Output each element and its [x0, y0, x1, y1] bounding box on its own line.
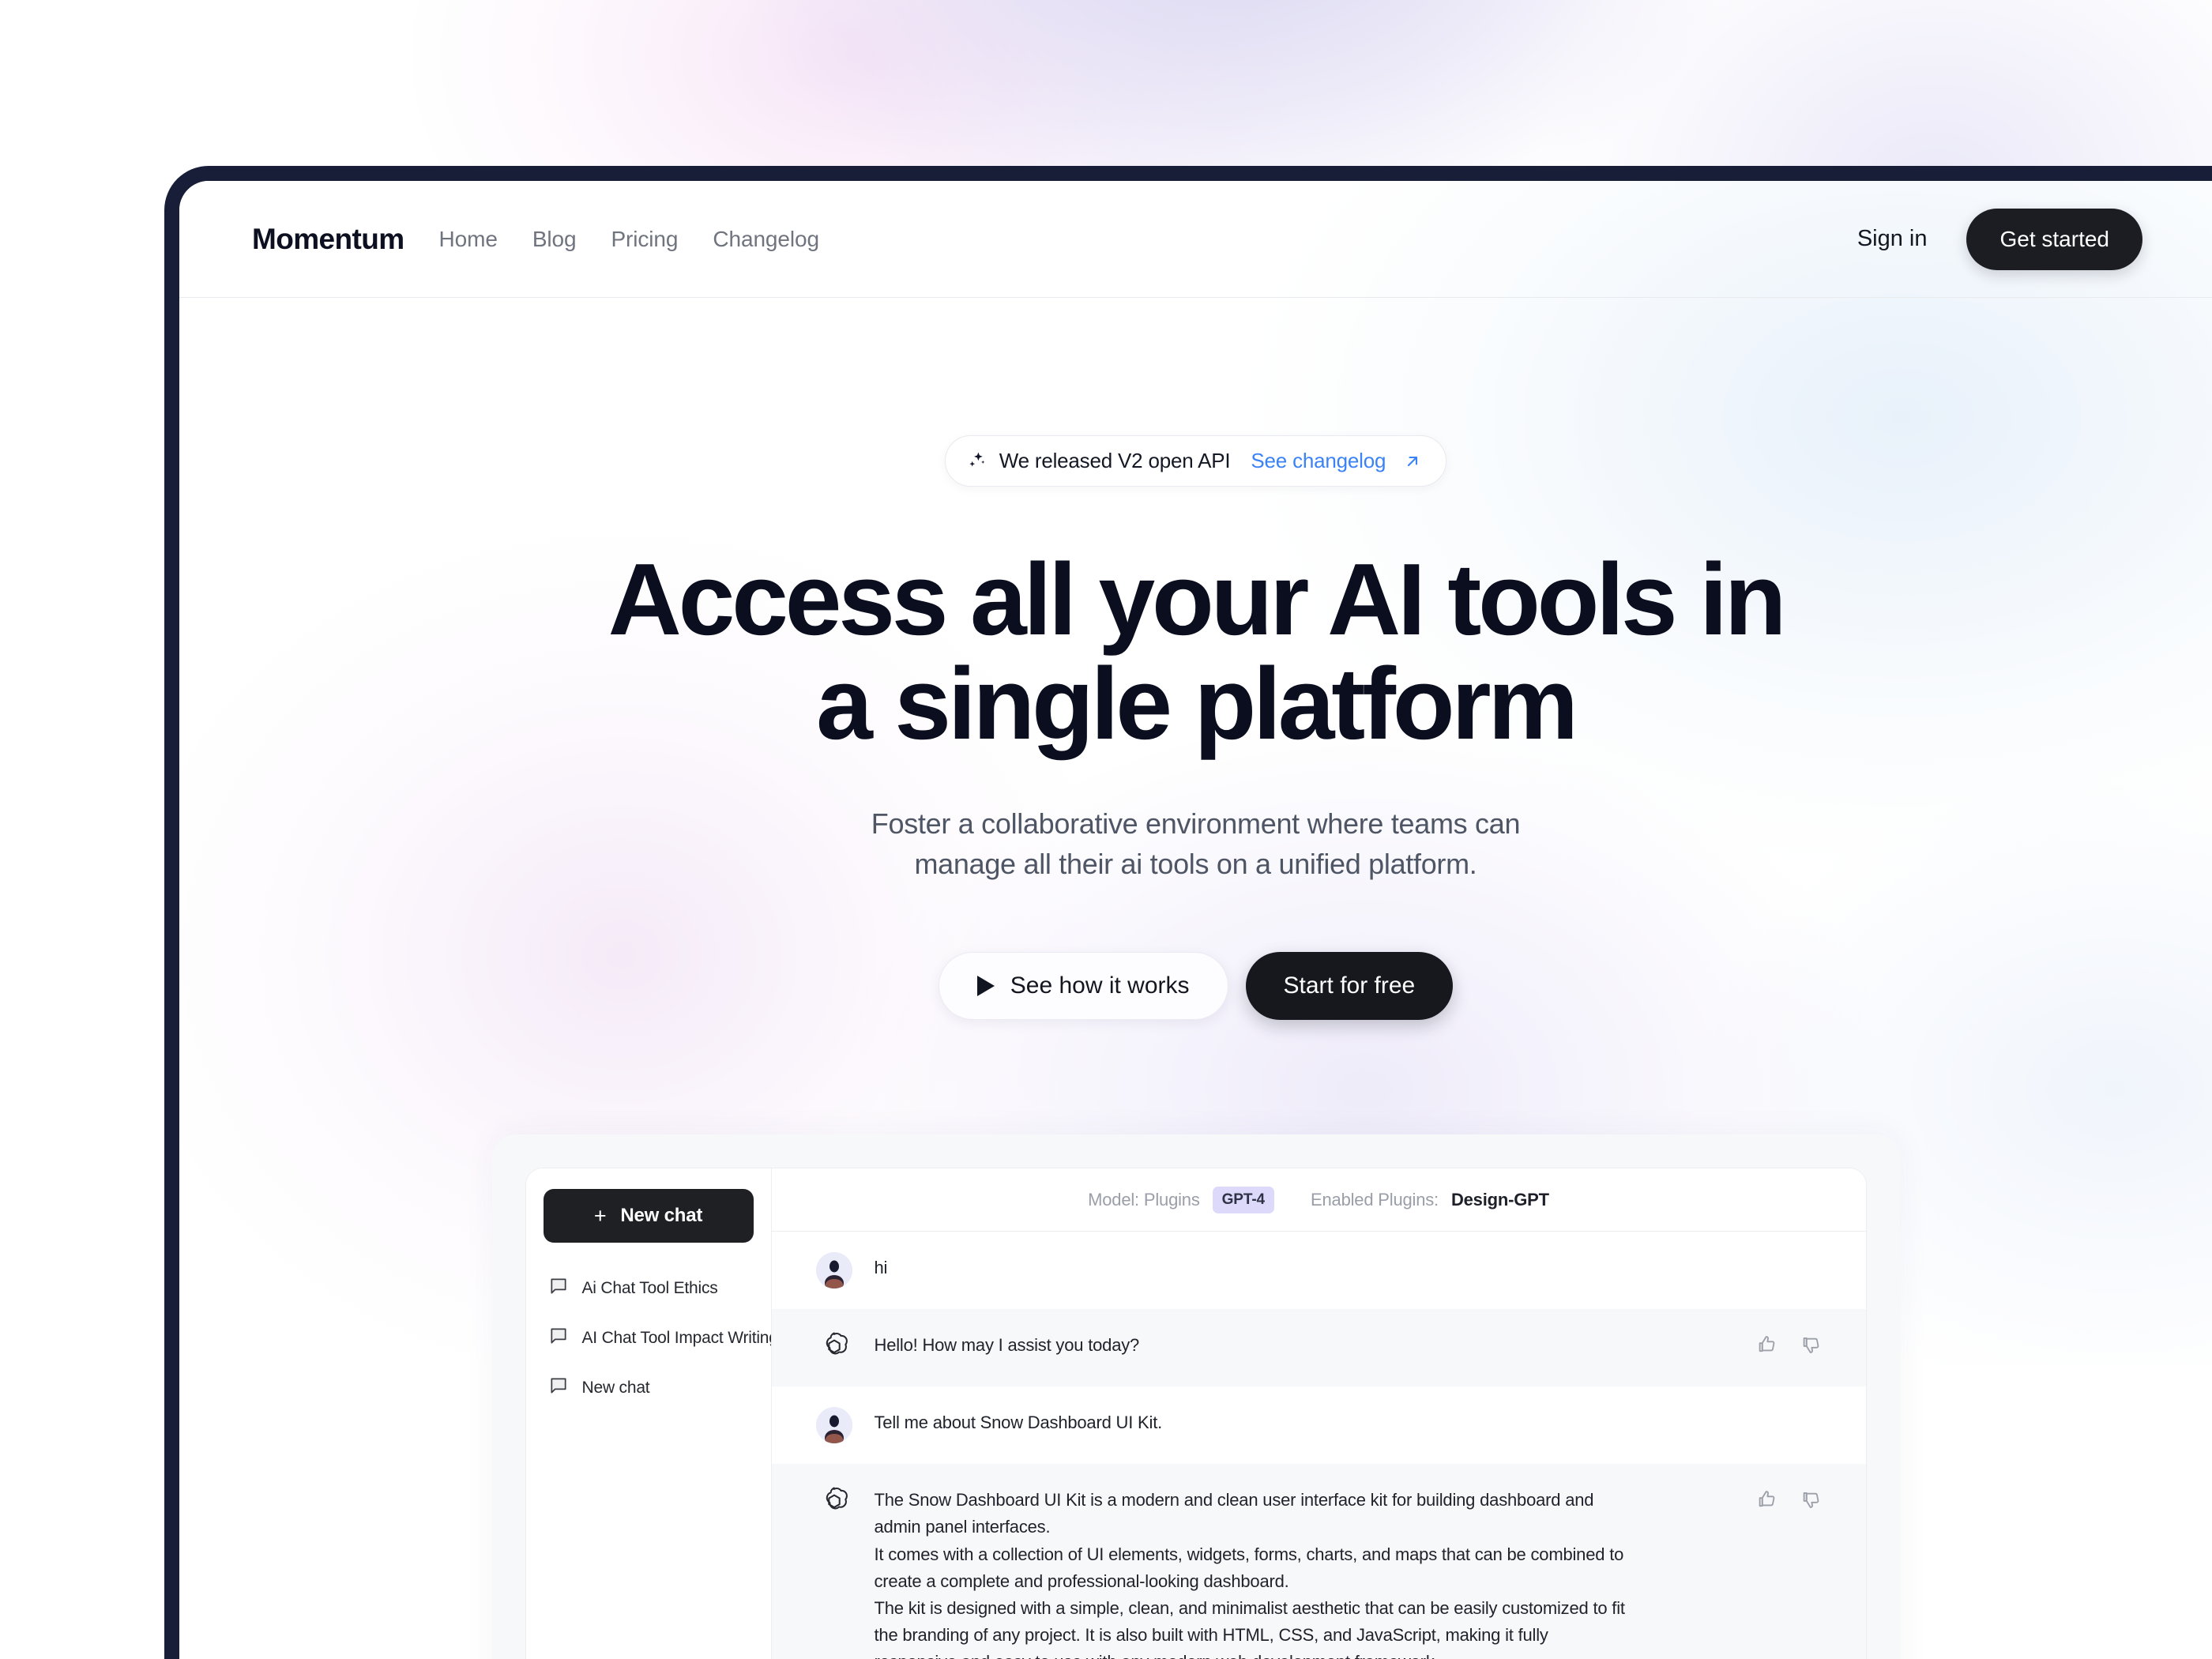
sign-in-link[interactable]: Sign in [1857, 226, 1928, 252]
product-screenshot-frame: + New chat Ai Chat Tool Ethics AI Chat T… [491, 1134, 1900, 1659]
hero-subtitle-line-2: manage all their ai tools on a unified p… [914, 848, 1477, 881]
conversation-label: Ai Chat Tool Ethics [581, 1278, 718, 1297]
primary-nav: Home Blog Pricing Changelog [439, 227, 820, 252]
chat-sidebar: + New chat Ai Chat Tool Ethics AI Chat T… [525, 1168, 778, 1659]
chat-main-panel: Model: Plugins GPT-4 Enabled Plugins: De… [770, 1168, 1866, 1659]
thumbs-up-icon[interactable] [1755, 1333, 1779, 1356]
hero-title-line-1: Access all your AI tools in [608, 543, 1787, 656]
thumbs-up-icon[interactable] [1755, 1488, 1779, 1511]
start-for-free-button[interactable]: Start for free [1245, 952, 1454, 1021]
thumbs-down-icon[interactable] [1800, 1488, 1823, 1511]
hero-cta-group: See how it works Start for free [179, 952, 2212, 1021]
message-list: hi Hello! How may I assist you today? Te… [771, 1232, 1866, 1659]
plus-icon: + [593, 1203, 607, 1228]
chat-bubble-icon [548, 1326, 569, 1350]
message-text: The Snow Dashboard UI Kit is a modern an… [874, 1490, 1626, 1659]
hero-subtitle-line-1: Foster a collaborative environment where… [871, 807, 1521, 841]
hero-title-line-2: a single platform [816, 646, 1578, 761]
message-body: Hello! How may I assist you today? [875, 1330, 1724, 1359]
conversation-label: AI Chat Tool Impact Writing [581, 1328, 778, 1347]
user-avatar [815, 1252, 852, 1289]
brand-logo[interactable]: Momentum [252, 223, 404, 256]
message-actions [1755, 1330, 1823, 1356]
user-avatar [815, 1407, 852, 1444]
conversation-item-ai-chat-tool-ethics[interactable]: Ai Chat Tool Ethics [544, 1263, 754, 1313]
header-actions: Sign in Get started [1857, 208, 2142, 270]
new-chat-label: New chat [620, 1205, 703, 1227]
chat-bubble-icon [548, 1276, 569, 1300]
message-row: hi [772, 1232, 1866, 1309]
nav-link-blog[interactable]: Blog [532, 227, 577, 252]
chat-bubble-icon [548, 1375, 569, 1400]
see-how-it-works-label: See how it works [1010, 972, 1190, 999]
see-changelog-link[interactable]: See changelog [1251, 449, 1386, 473]
play-icon [976, 976, 995, 997]
message-text: hi [874, 1258, 888, 1278]
message-text: Hello! How may I assist you today? [874, 1335, 1140, 1356]
chat-app-window: + New chat Ai Chat Tool Ethics AI Chat T… [525, 1168, 1867, 1659]
arrow-up-right-icon [1403, 452, 1422, 471]
conversation-list: Ai Chat Tool Ethics AI Chat Tool Impact … [544, 1263, 778, 1413]
message-text: Tell me about Snow Dashboard UI Kit. [874, 1413, 1163, 1433]
nav-link-pricing[interactable]: Pricing [611, 227, 678, 252]
model-selector[interactable]: Model: Plugins GPT-4 [1088, 1186, 1275, 1213]
model-label: Model: Plugins [1088, 1189, 1200, 1209]
see-how-it-works-button[interactable]: See how it works [938, 952, 1228, 1021]
model-version-badge: GPT-4 [1212, 1186, 1275, 1213]
chat-toolbar: Model: Plugins GPT-4 Enabled Plugins: De… [771, 1168, 1866, 1232]
announcement-badge[interactable]: We released V2 open API See changelog [944, 435, 1447, 487]
conversation-item-ai-chat-tool-impact-writing[interactable]: AI Chat Tool Impact Writing [544, 1313, 778, 1363]
openai-logo-icon [816, 1330, 852, 1366]
message-body: The Snow Dashboard UI Kit is a modern an… [875, 1484, 1724, 1659]
site-header: Momentum Home Blog Pricing Changelog Sig… [179, 181, 2212, 298]
new-chat-button[interactable]: + New chat [543, 1189, 754, 1243]
hero-subtitle: Foster a collaborative environment where… [179, 803, 2212, 884]
message-body: hi [875, 1252, 1823, 1281]
message-actions [1755, 1484, 1823, 1511]
sparkles-icon [966, 450, 988, 472]
conversation-label: New chat [581, 1378, 650, 1397]
page-title: Access all your AI tools in a single pla… [179, 547, 2212, 756]
nav-link-home[interactable]: Home [439, 227, 498, 252]
message-row: The Snow Dashboard UI Kit is a modern an… [771, 1464, 1866, 1659]
get-started-button[interactable]: Get started [1966, 208, 2142, 270]
openai-logo-icon [816, 1484, 852, 1521]
enabled-plugins-label: Enabled Plugins: [1311, 1189, 1439, 1209]
message-row: Tell me about Snow Dashboard UI Kit. [772, 1386, 1866, 1464]
hero-section: We released V2 open API See changelog Ac… [179, 298, 2212, 1021]
announcement-text: We released V2 open API [999, 449, 1231, 472]
enabled-plugins[interactable]: Enabled Plugins: Design-GPT [1311, 1190, 1549, 1210]
enabled-plugins-value: Design-GPT [1450, 1189, 1549, 1209]
message-row: Hello! How may I assist you today? [771, 1309, 1866, 1387]
thumbs-down-icon[interactable] [1800, 1333, 1823, 1356]
conversation-item-new-chat[interactable]: New chat [544, 1363, 754, 1413]
browser-frame: Momentum Home Blog Pricing Changelog Sig… [164, 166, 2212, 1659]
message-body: Tell me about Snow Dashboard UI Kit. [875, 1407, 1823, 1436]
nav-link-changelog[interactable]: Changelog [713, 227, 819, 252]
